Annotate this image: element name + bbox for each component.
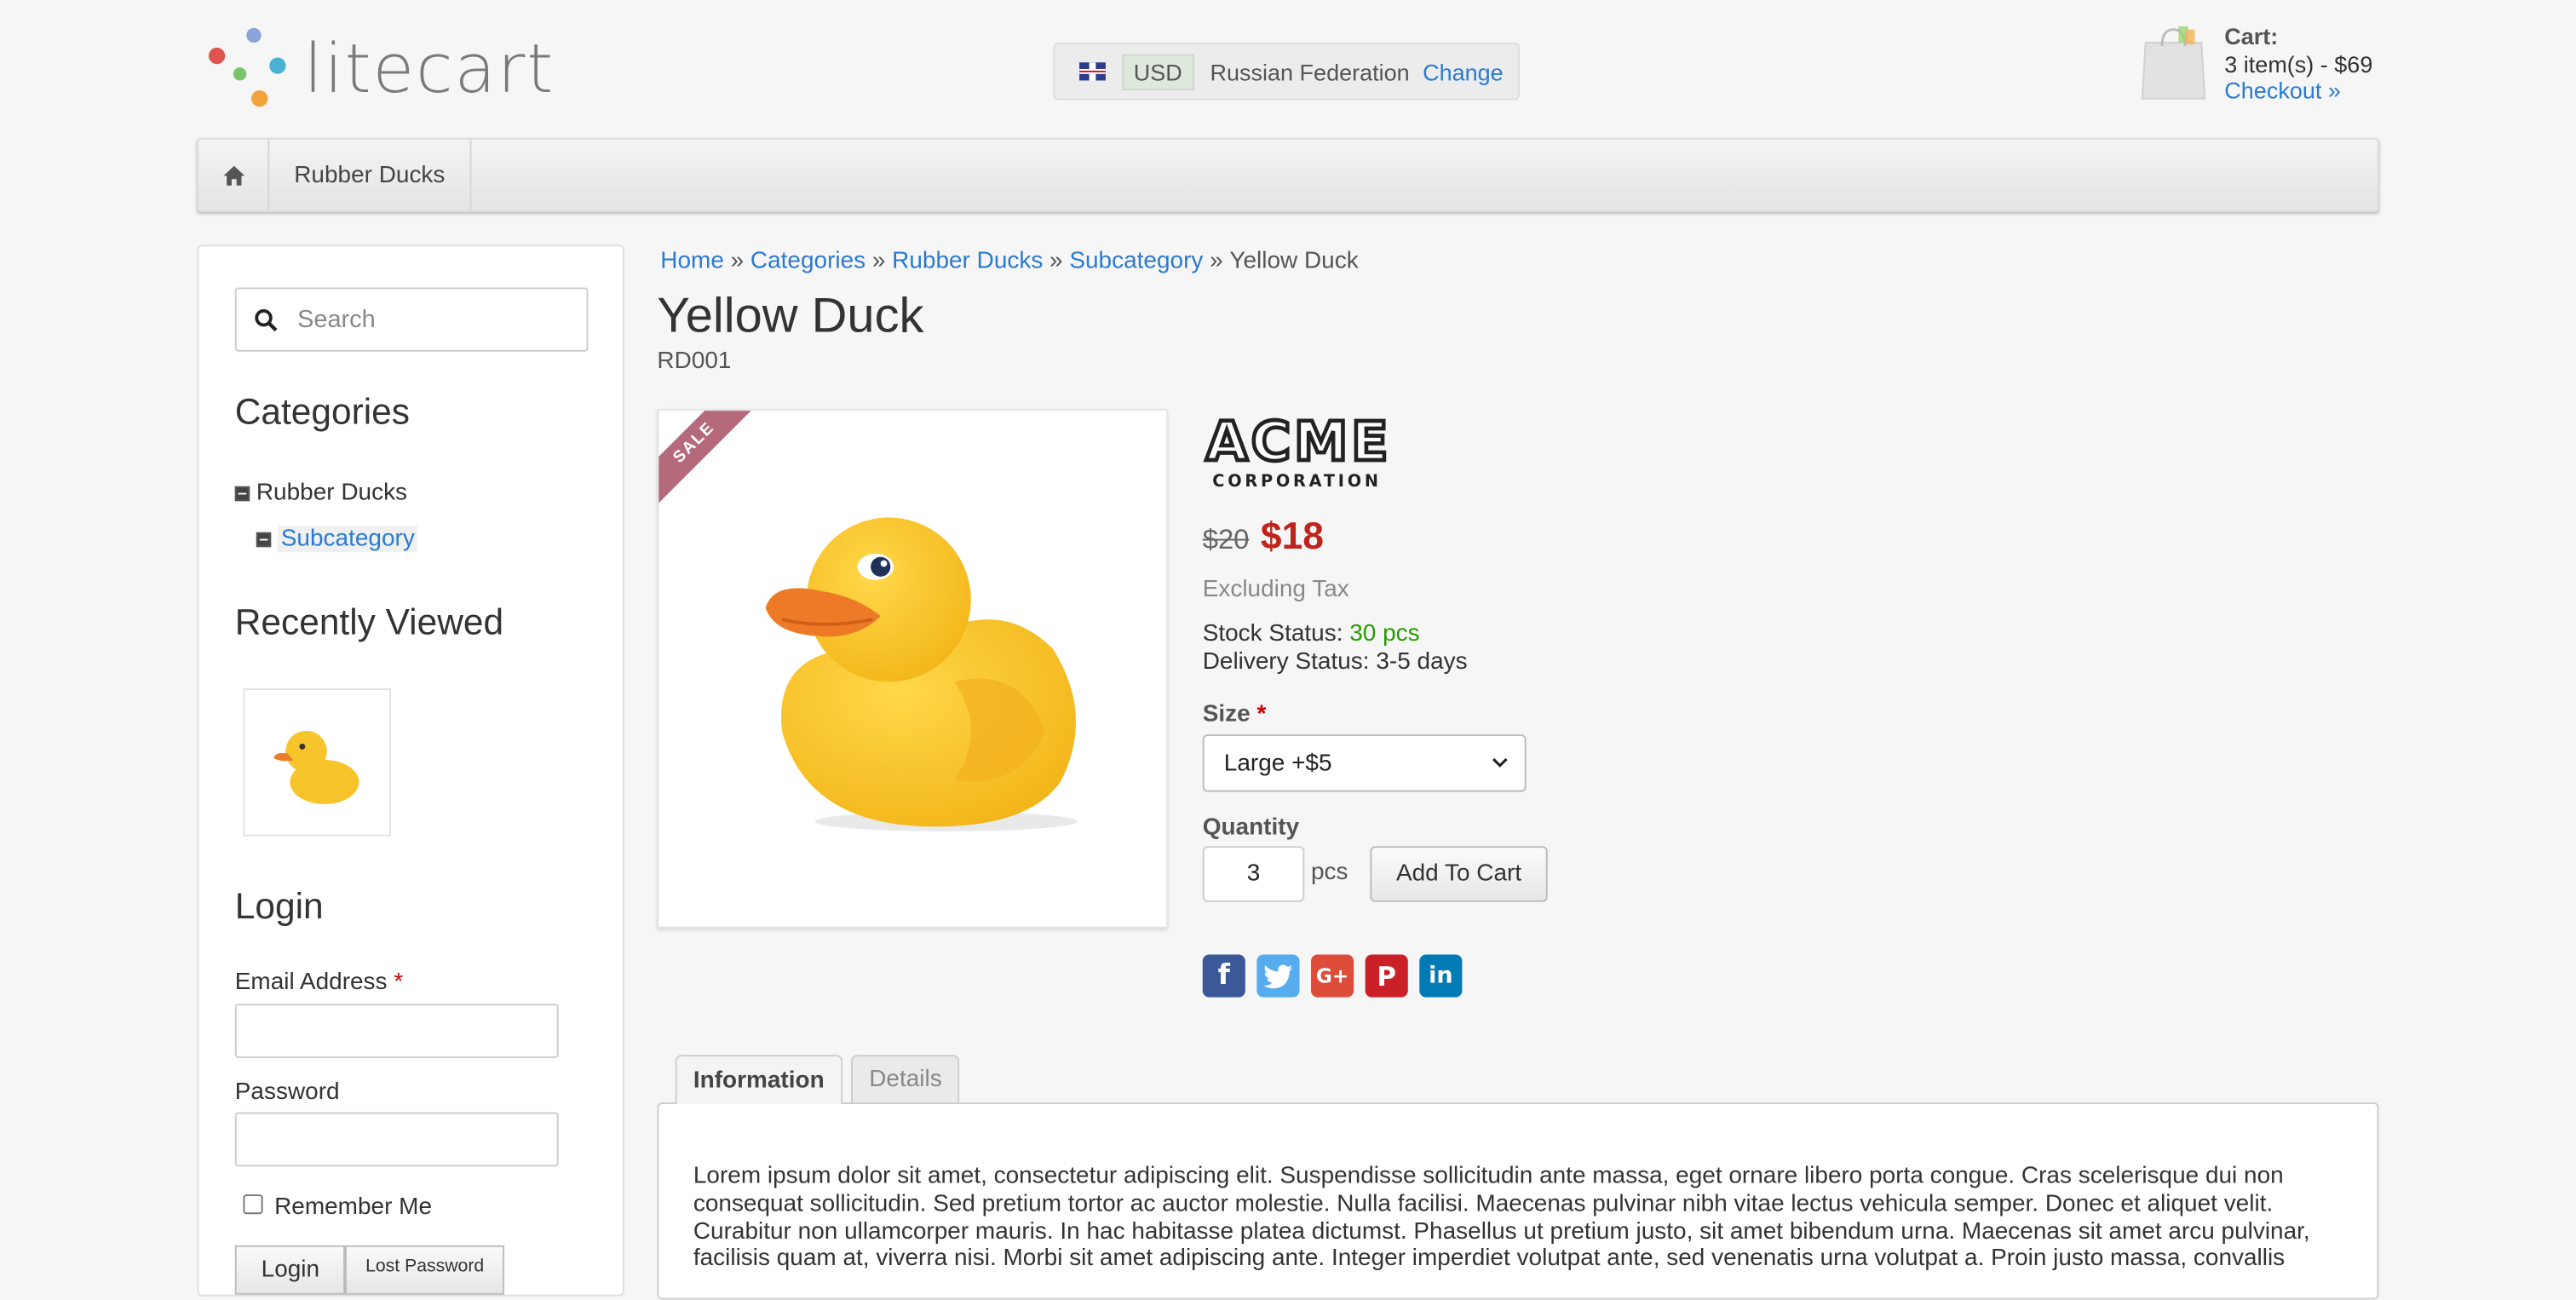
google-plus-share-icon[interactable]: G+ <box>1310 954 1354 998</box>
cart-summary: 3 item(s) - $69 <box>2224 49 2373 77</box>
collapse-icon <box>256 531 272 547</box>
quantity-unit: pcs <box>1310 859 1348 886</box>
delivery-label: Delivery Status: <box>1202 648 1370 676</box>
category-label: Rubber Ducks <box>256 480 408 506</box>
category-rubber-ducks[interactable]: Rubber Ducks <box>234 480 408 506</box>
stock-value: 30 pcs <box>1349 620 1420 647</box>
remember-me-label: Remember Me <box>274 1194 433 1221</box>
product-title: Yellow Duck <box>657 289 924 344</box>
categories-heading: Categories <box>234 390 410 433</box>
lost-password-button[interactable]: Lost Password <box>345 1245 504 1295</box>
product-sku: RD001 <box>657 348 732 375</box>
size-selected-value: Large +$5 <box>1223 750 1332 777</box>
product-description: Lorem ipsum dolor sit amet, consectetur … <box>693 1163 2310 1273</box>
checkout-link[interactable]: Checkout » <box>2224 78 2341 104</box>
breadcrumb-home[interactable]: Home <box>660 248 724 274</box>
shopping-bag-icon <box>2139 23 2208 102</box>
twitter-share-icon[interactable] <box>1256 954 1300 998</box>
quantity-input[interactable]: 3 <box>1202 846 1305 902</box>
password-field[interactable] <box>234 1112 559 1167</box>
collapse-icon <box>234 485 250 501</box>
quantity-label: Quantity <box>1202 814 1300 842</box>
tab-details[interactable]: Details <box>850 1055 960 1103</box>
site-logo[interactable]: litecart <box>208 27 555 110</box>
breadcrumb-subcategory[interactable]: Subcategory <box>1069 248 1203 274</box>
login-heading: Login <box>234 885 324 927</box>
password-label: Password <box>234 1079 340 1106</box>
uk-flag-icon <box>1079 62 1106 81</box>
facebook-share-icon[interactable]: f <box>1202 954 1245 998</box>
country-name: Russian Federation <box>1210 58 1410 85</box>
breadcrumb: Home» Categories» Rubber Ducks» Subcategory… <box>660 248 1359 275</box>
home-nav-button[interactable] <box>198 139 270 210</box>
logo-dots-icon <box>208 27 290 110</box>
login-button[interactable]: Login <box>234 1245 346 1295</box>
search-placeholder: Search <box>297 305 376 334</box>
add-to-cart-button[interactable]: Add To Cart <box>1370 846 1548 902</box>
stock-label: Stock Status: <box>1202 620 1343 647</box>
delivery-value: 3-5 days <box>1376 648 1468 676</box>
manufacturer-logo[interactable]: ACME CORPORATION <box>1203 409 1392 492</box>
breadcrumb-categories[interactable]: Categories <box>750 248 865 274</box>
breadcrumb-rubber-ducks[interactable]: Rubber Ducks <box>892 248 1043 274</box>
tax-note: Excluding Tax <box>1202 576 1349 603</box>
category-subcategory[interactable]: Subcategory <box>256 526 418 552</box>
remember-me-checkbox[interactable] <box>243 1194 263 1215</box>
email-field[interactable] <box>234 1004 559 1058</box>
regular-price: $20 <box>1202 524 1250 555</box>
sale-badge: SALE <box>658 411 771 520</box>
svg-text:ACME: ACME <box>1206 411 1387 474</box>
region-selector: USD Russian Federation Change <box>1053 43 1520 101</box>
manufacturer-logo-text: CORPORATION <box>1212 471 1380 491</box>
pinterest-share-icon[interactable]: P <box>1365 954 1408 998</box>
main-navbar: Rubber Ducks <box>197 137 2379 212</box>
currency-code: USD <box>1122 53 1194 90</box>
cart-title: Cart: <box>2224 22 2279 49</box>
change-region-link[interactable]: Change <box>1423 58 1504 84</box>
nav-item-rubber-ducks[interactable]: Rubber Ducks <box>269 139 472 210</box>
stock-info: Stock Status: 30 pcs Delivery Status: 3-… <box>1203 621 1468 677</box>
size-select[interactable]: Large +$5 <box>1202 734 1527 792</box>
size-label: Size * <box>1202 701 1267 728</box>
recently-viewed-product-thumbnail[interactable] <box>243 688 391 837</box>
product-image[interactable]: SALE <box>657 409 1169 929</box>
cart-widget[interactable]: Cart: 3 item(s) - $69 Checkout » <box>2139 23 2372 104</box>
yellow-duck-thumbnail-image <box>273 730 359 805</box>
logo-text: litecart <box>303 29 555 109</box>
email-label: Email Address * <box>234 969 404 996</box>
sidebar: Search Categories Rubber Ducks Subcatego… <box>197 244 624 1297</box>
tab-panel-information: Lorem ipsum dolor sit amet, consectetur … <box>657 1102 2379 1300</box>
category-label: Subcategory <box>277 526 418 552</box>
recently-viewed-heading: Recently Viewed <box>234 601 504 643</box>
chevron-down-icon <box>1492 757 1508 768</box>
home-icon <box>222 164 244 185</box>
tab-information[interactable]: Information <box>675 1055 842 1104</box>
campaign-price: $18 <box>1260 514 1324 557</box>
search-input[interactable]: Search <box>234 287 589 352</box>
linkedin-share-icon[interactable]: in <box>1419 954 1463 998</box>
search-icon <box>255 308 278 331</box>
price-block: $20 $18 <box>1203 515 1324 559</box>
yellow-duck-image <box>765 517 1078 831</box>
breadcrumb-current: Yellow Duck <box>1229 248 1359 275</box>
